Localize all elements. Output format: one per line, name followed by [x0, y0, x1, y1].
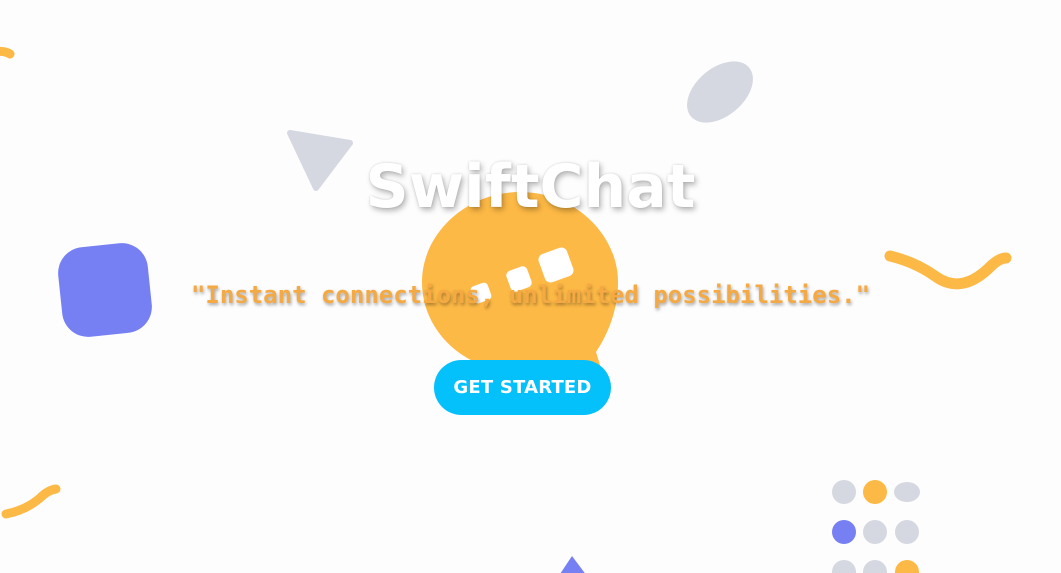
- tagline-text: "Instant connections, unlimited possibil…: [190, 281, 871, 309]
- yellow-stroke-bottom-left: [1, 484, 61, 519]
- dot-grid-shape: [832, 480, 920, 573]
- landing-hero: SwiftChat "Instant connections, unlimite…: [0, 0, 1061, 573]
- gray-ellipse-shape: [687, 61, 753, 123]
- yellow-stroke-top-left: [0, 46, 15, 59]
- yellow-wave-shape: [884, 250, 1012, 290]
- app-title: SwiftChat: [365, 152, 696, 222]
- get-started-button[interactable]: GET STARTED: [434, 360, 611, 415]
- purple-triangle-shape: [560, 556, 585, 573]
